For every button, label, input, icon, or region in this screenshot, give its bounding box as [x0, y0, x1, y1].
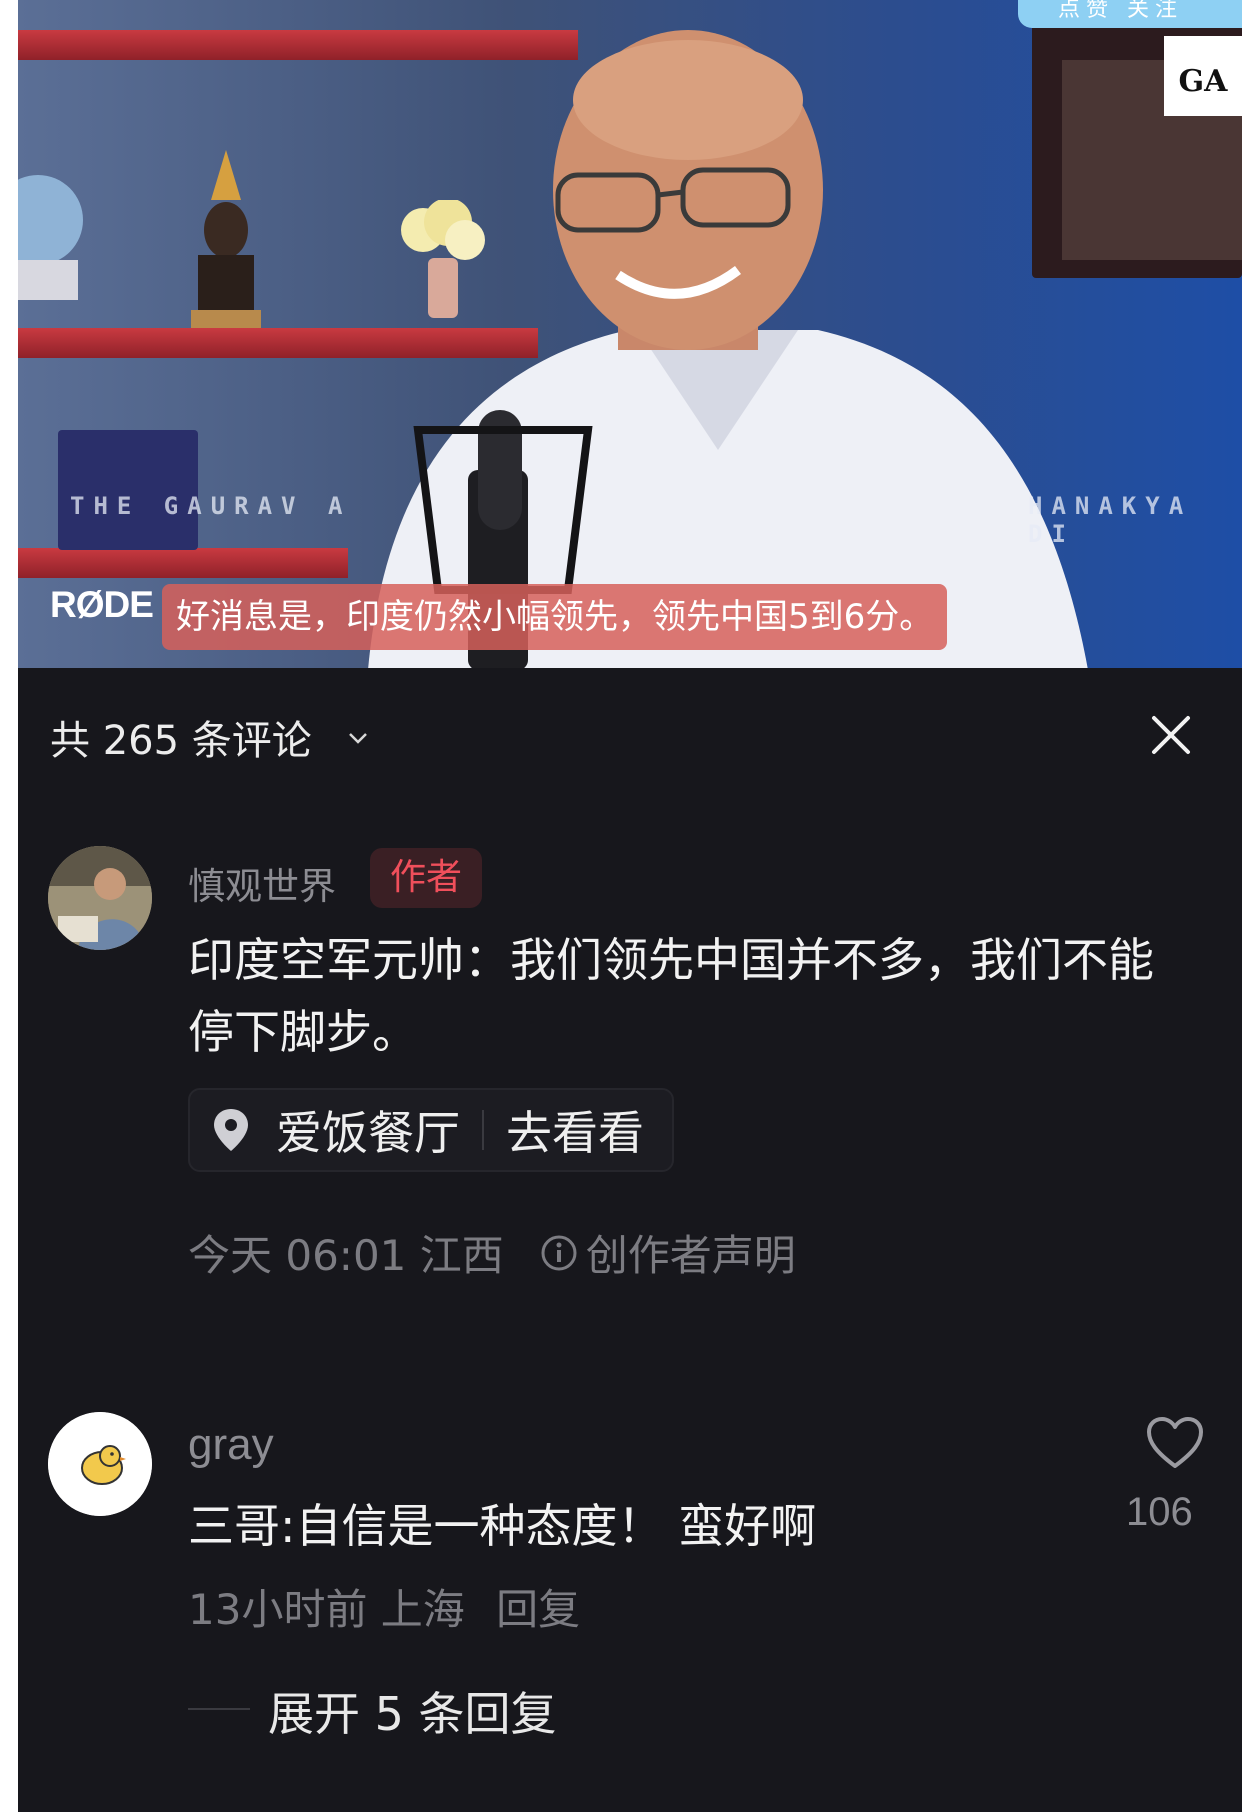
- comment-time-location: 今天 06:01 江西: [188, 1231, 504, 1280]
- heart-icon[interactable]: [1146, 1416, 1204, 1470]
- video-player[interactable]: THE GAURAV A HANAKYA DI GA 点赞 关注 RØDE 好消…: [18, 0, 1242, 668]
- divider: [482, 1110, 484, 1150]
- comment-meta: 今天 06:01 江西 创作者声明: [188, 1222, 796, 1283]
- location-pin-icon: [214, 1109, 248, 1151]
- comment-count[interactable]: 共 265 条评论: [50, 708, 312, 766]
- globe-decoration: [18, 175, 83, 300]
- reply-button[interactable]: 回复: [496, 1585, 580, 1634]
- video-subtitle: 好消息是，印度仍然小幅领先，领先中国5到6分。: [162, 584, 948, 650]
- expand-replies-button[interactable]: 展开 5 条回复: [268, 1678, 557, 1744]
- like-count: 106: [1126, 1490, 1193, 1534]
- comment-text: 三哥:自信是一种态度！ 蛮好啊: [188, 1499, 817, 1553]
- avatar[interactable]: [48, 1412, 152, 1516]
- divider: [188, 1708, 250, 1710]
- follow-pill[interactable]: 点赞 关注: [1018, 0, 1242, 28]
- video-watermark-left: THE GAURAV A: [70, 492, 352, 520]
- comment-time-location: 13小时前 上海: [188, 1585, 465, 1634]
- location-card[interactable]: 爱饭餐厅 去看看: [188, 1088, 674, 1172]
- microphone-brand: RØDE: [50, 584, 154, 625]
- statue-decoration: [191, 150, 261, 328]
- shelf: [18, 548, 348, 578]
- location-name: 爱饭餐厅: [276, 1106, 460, 1160]
- speaker-figure: [368, 30, 1088, 668]
- location-go-link[interactable]: 去看看: [506, 1097, 644, 1163]
- close-icon[interactable]: [1148, 712, 1194, 758]
- info-icon: [541, 1235, 577, 1270]
- comments-sheet: 共 265 条评论 慎观世界 作者 印度空军元帅：我们领先中国并不多，我们不能停…: [18, 668, 1242, 1812]
- creator-statement-link[interactable]: 创作者声明: [586, 1222, 796, 1283]
- channel-logo: GA: [1164, 36, 1242, 116]
- video-watermark-right: HANAKYA DI: [1028, 492, 1193, 548]
- comment-username[interactable]: gray: [188, 1420, 274, 1470]
- chevron-down-icon[interactable]: [348, 728, 368, 748]
- comment-username[interactable]: 慎观世界: [188, 856, 336, 910]
- books-decoration: [58, 430, 198, 550]
- author-badge: 作者: [370, 848, 483, 908]
- comment-text: 印度空军元帅：我们领先中国并不多，我们不能停下脚步。: [188, 933, 1154, 1059]
- avatar[interactable]: [48, 846, 152, 950]
- comment-meta: 13小时前 上海 回复: [188, 1576, 580, 1637]
- app-frame: THE GAURAV A HANAKYA DI GA 点赞 关注 RØDE 好消…: [18, 0, 1242, 1812]
